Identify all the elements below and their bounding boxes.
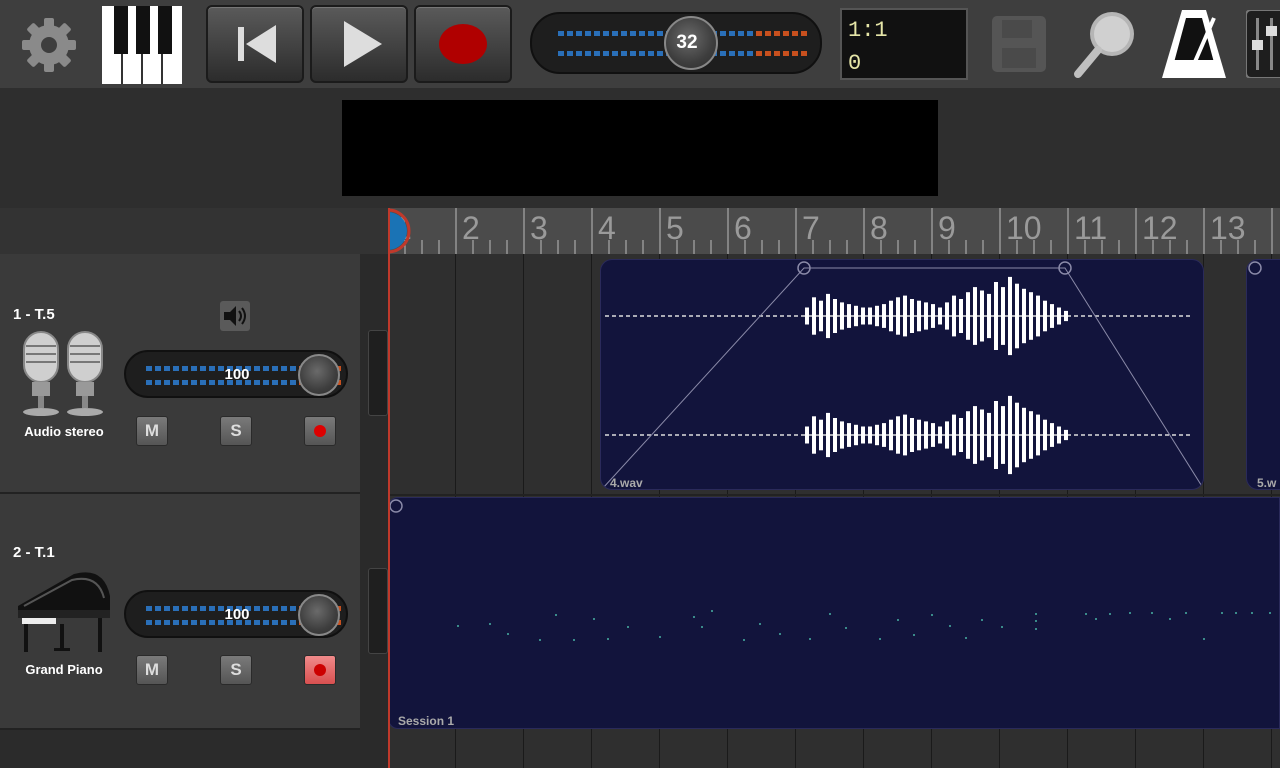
gear-icon	[22, 18, 76, 72]
microphones-icon	[23, 331, 103, 416]
zoom-button[interactable]	[1070, 8, 1140, 80]
position-display: 1:1 0	[840, 8, 968, 80]
clip-name: 4.wav	[610, 476, 643, 490]
volume-knob[interactable]	[298, 594, 340, 636]
grand-piano-icon	[18, 572, 110, 652]
volume-value: 100	[224, 366, 250, 383]
mixer-sliders-icon	[1245, 9, 1280, 79]
ruler-bar-label: 7	[802, 210, 820, 246]
position-bar-beat: 1:1	[848, 18, 888, 43]
floppy-disk-icon	[992, 16, 1046, 72]
audio-clip[interactable]: 5.w	[1246, 259, 1280, 490]
lane-separator	[388, 494, 1280, 496]
playhead-line	[388, 208, 390, 768]
volume-value: 100	[224, 606, 250, 623]
record-dot-icon	[314, 425, 326, 437]
track-volume-slider[interactable]: 100	[124, 590, 348, 638]
timeline-area[interactable]: 4.wav 5.w Session 1	[388, 254, 1280, 768]
speaker-icon	[224, 306, 246, 326]
track-header-footer	[0, 730, 360, 768]
daw-app: 32 1:1 0 2 3 4 5 6 7 8 9 10 11 12 13 1 -…	[0, 0, 1280, 768]
position-tick: 0	[848, 51, 862, 76]
ruler-bar-label: 5	[666, 210, 684, 246]
rewind-button[interactable]	[206, 5, 304, 83]
mute-button[interactable]: M	[136, 416, 168, 446]
solo-button[interactable]: S	[220, 655, 252, 685]
midi-clip[interactable]: Session 1	[388, 497, 1280, 729]
metronome-button[interactable]	[1158, 8, 1230, 80]
magnifier-icon	[1074, 12, 1134, 78]
mute-button[interactable]: M	[136, 655, 168, 685]
piano-keys-icon	[102, 6, 182, 84]
speaker-button[interactable]	[220, 301, 250, 331]
ruler-bar-label: 4	[598, 210, 616, 246]
ruler-bar-label: 12	[1142, 210, 1178, 246]
track-resize-column	[360, 254, 388, 768]
track-instrument-label: Grand Piano	[25, 662, 103, 677]
ruler-bar-label: 13	[1210, 210, 1246, 246]
metronome-icon	[1162, 10, 1226, 78]
track-name: 1 - T.5	[13, 306, 55, 323]
play-icon	[344, 21, 382, 67]
track-instrument-label: Audio stereo	[24, 424, 104, 439]
clip-fade-handle	[1248, 261, 1262, 275]
track-header-2[interactable]: 2 - T.1 Grand Piano 100 M S	[0, 494, 360, 730]
piano-keyboard-button[interactable]	[102, 6, 182, 84]
ruler-bar-label: 11	[1074, 210, 1108, 246]
tempo-value: 32	[676, 32, 698, 53]
mixer-button[interactable]	[1245, 9, 1280, 79]
toolbar: 32 1:1 0	[0, 0, 1280, 88]
audio-waveform	[602, 261, 1203, 489]
ruler-bar-label: 6	[734, 210, 752, 246]
clip-name: Session 1	[398, 714, 455, 728]
midi-notes	[389, 499, 1271, 641]
timeline-ruler[interactable]: 123456789101112131	[388, 208, 1280, 254]
playhead-marker-icon[interactable]	[388, 208, 412, 254]
save-button[interactable]	[990, 14, 1048, 74]
record-icon	[439, 24, 487, 64]
volume-knob[interactable]	[298, 354, 340, 396]
settings-button[interactable]	[14, 10, 84, 80]
record-dot-icon	[314, 664, 326, 676]
tempo-slider[interactable]: 32	[530, 12, 822, 74]
ruler-bar-label: 9	[938, 210, 956, 246]
clip-name: 5.w	[1257, 476, 1277, 490]
ruler-bar-label: 2	[462, 210, 480, 246]
audio-clip[interactable]: 4.wav	[600, 259, 1204, 490]
track-2-resize-handle[interactable]	[368, 568, 388, 654]
skip-back-icon	[238, 25, 276, 63]
solo-button[interactable]: S	[220, 416, 252, 446]
record-arm-button[interactable]	[304, 655, 336, 685]
video-preview-area	[342, 100, 938, 196]
ruler-bar-label: 3	[530, 210, 548, 246]
play-button[interactable]	[310, 5, 408, 83]
track-name: 2 - T.1	[13, 544, 55, 561]
ruler-bar-label: 8	[870, 210, 888, 246]
track-header-1[interactable]: 1 - T.5 Audio stereo 100 M S	[0, 254, 360, 494]
record-arm-button[interactable]	[304, 416, 336, 446]
header-spacer	[0, 208, 388, 254]
ruler-bar-label: 10	[1006, 210, 1042, 246]
record-button[interactable]	[414, 5, 512, 83]
track-volume-slider[interactable]: 100	[124, 350, 348, 398]
track-1-resize-handle[interactable]	[368, 330, 388, 416]
